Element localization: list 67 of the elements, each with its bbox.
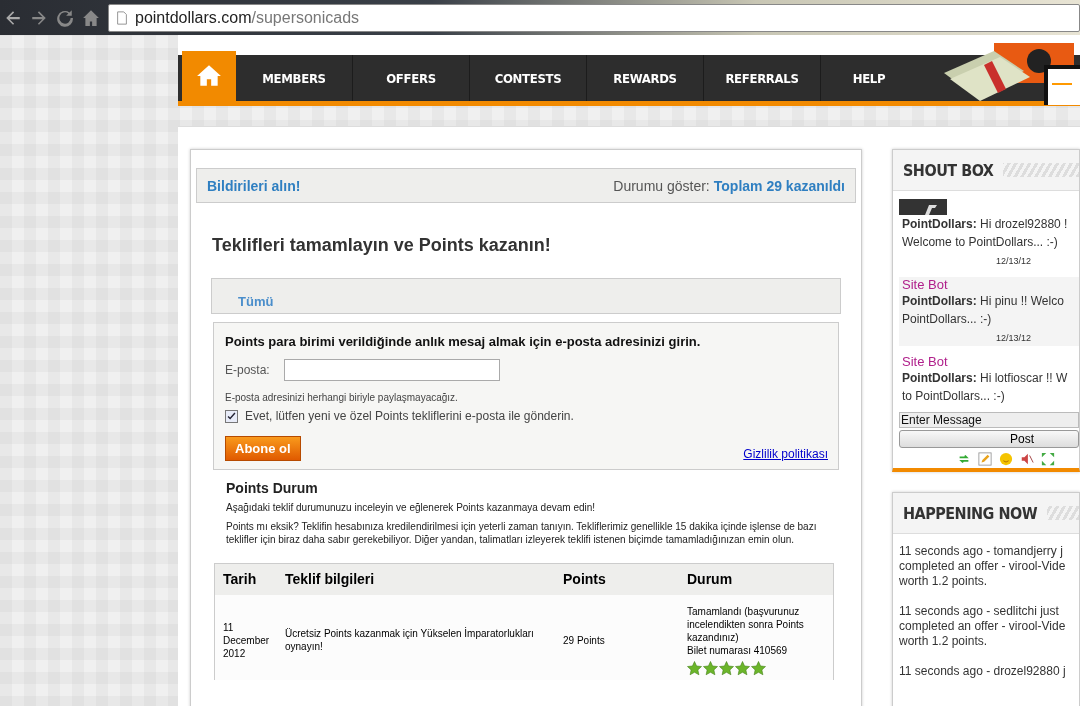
activity-text: worth 1.2 points. <box>899 574 989 589</box>
column-header: Teklif bilgileri <box>284 571 376 587</box>
post-button[interactable]: Post <box>899 430 1079 448</box>
nav-tab[interactable]: HELP <box>821 55 917 101</box>
message-text: PointDollars: Hi lotfioscar !! W <box>902 370 1069 387</box>
nav-tab[interactable]: OFFERS <box>353 55 470 101</box>
status-text: Tamamlandı (başvurunuz incelendikten sonra Points kazandınız) <box>687 604 805 644</box>
nav-tab[interactable]: CONTESTS <box>470 55 587 101</box>
message-text: PointDollars... :-) <box>902 311 993 328</box>
star-icon <box>687 660 702 676</box>
page-heading: Teklifleri tamamlayın ve Points kazanın! <box>212 235 552 256</box>
refresh-icon[interactable] <box>957 452 971 466</box>
star-icon <box>751 660 766 676</box>
speaker-icon[interactable] <box>1020 452 1034 466</box>
note-text: Points mı eksik? Teklifin hesabınıza kredilendirilmesi için yeterli zaman tanıyın. Tekliflerimiz genellikle 15 dakika içinde işlense de bazı teklifler için biraz daha sabır gerekebiliyor. Diğer yandan, talimatları izleyerek teklifi istenen biçimde tamamladığınızan emin olun. <box>226 519 818 547</box>
timestamp: 12/13/12 <box>994 256 1032 266</box>
status-label: Durumu göster: <box>613 177 710 194</box>
stripe-decoration <box>1047 506 1079 520</box>
column-header: Durum <box>686 571 734 587</box>
checkbox[interactable] <box>225 409 238 423</box>
panel-title: HAPPENING NOW <box>903 503 1038 523</box>
page-icon[interactable] <box>115 9 129 26</box>
activity-text: 11 seconds ago - tomandjerry j <box>899 544 1064 559</box>
star-icon <box>735 660 750 676</box>
expand-icon[interactable] <box>1041 452 1055 466</box>
reload-icon[interactable] <box>56 8 74 27</box>
column-header: Points <box>562 571 607 587</box>
author-name: Site Bot <box>902 354 949 369</box>
ticket-number: Bilet numarası 410569 <box>687 643 789 657</box>
author-name: Site Bot <box>902 277 949 292</box>
activity-text: completed an offer - virool-Vide <box>899 559 1067 574</box>
message-text: PointDollars: Hi drozel92880 ! <box>902 216 1069 233</box>
activity-text: 11 seconds ago - drozel92880 j <box>899 664 1067 679</box>
privacy-link[interactable]: Gizlilik politikası <box>743 447 828 461</box>
activity-text: 11 seconds ago - sedlitchi just <box>899 604 1060 619</box>
privacy-note: E-posta adresinizi herhangi biriyle paylaşmayacağız. <box>225 392 459 403</box>
email-field[interactable] <box>283 359 500 381</box>
intro-text: Aşağıdaki teklif durumunuzu inceleyin ve eğlenerek Points kazanmaya devam edin! <box>226 501 597 515</box>
pencil-icon[interactable] <box>978 452 992 466</box>
section-title: Points Durum <box>226 480 319 496</box>
avatar-icon[interactable] <box>899 199 947 215</box>
activity-text: worth 1.2 points. <box>899 634 989 649</box>
message-text: PointDollars: Hi pinu !! Welco <box>902 293 1065 310</box>
nav-tab[interactable]: REFERRALS <box>704 55 821 101</box>
message-field[interactable]: Enter Message <box>899 412 1079 428</box>
activity-text: completed an offer - virool-Vide <box>899 619 1067 634</box>
smiley-icon[interactable] <box>999 452 1013 466</box>
status-link[interactable]: Toplam 29 kazanıldı <box>713 177 845 194</box>
timestamp: 12/13/12 <box>994 333 1032 343</box>
panel-title: SHOUT BOX <box>903 160 994 180</box>
message-text: to PointDollars... :-) <box>902 388 1006 405</box>
table-cell-text: 11 December 2012 <box>222 620 271 660</box>
table-cell-text: Ücretsiz Points kazanmak için Yükselen İmparatorlukları oynayın! <box>284 627 535 653</box>
nav-tab[interactable]: MEMBERS <box>236 55 353 101</box>
home-icon[interactable] <box>196 63 222 89</box>
nav-tab[interactable]: REWARDS <box>587 55 704 101</box>
table-cell-text: 29 Points <box>562 633 606 647</box>
star-icon <box>719 660 734 676</box>
subscribe-title: Points para birimi verildiğinde anlık mesaj almak için e-posta adresinizi girin. <box>225 334 702 349</box>
column-header: Tarih <box>222 571 258 587</box>
star-icon <box>703 660 718 676</box>
notifications-link[interactable]: Bildirileri alın! <box>207 177 301 194</box>
message-text: Welcome to PointDollars... :-) <box>902 234 1059 251</box>
home-icon[interactable] <box>82 8 100 27</box>
address-bar[interactable]: pointdollars.com/supersonicads <box>108 3 1080 32</box>
checkbox-label: Evet, lütfen yeni ve özel Points tekliflerini e-posta ile gönderin. <box>245 409 574 423</box>
email-label: E-posta: <box>225 363 270 377</box>
